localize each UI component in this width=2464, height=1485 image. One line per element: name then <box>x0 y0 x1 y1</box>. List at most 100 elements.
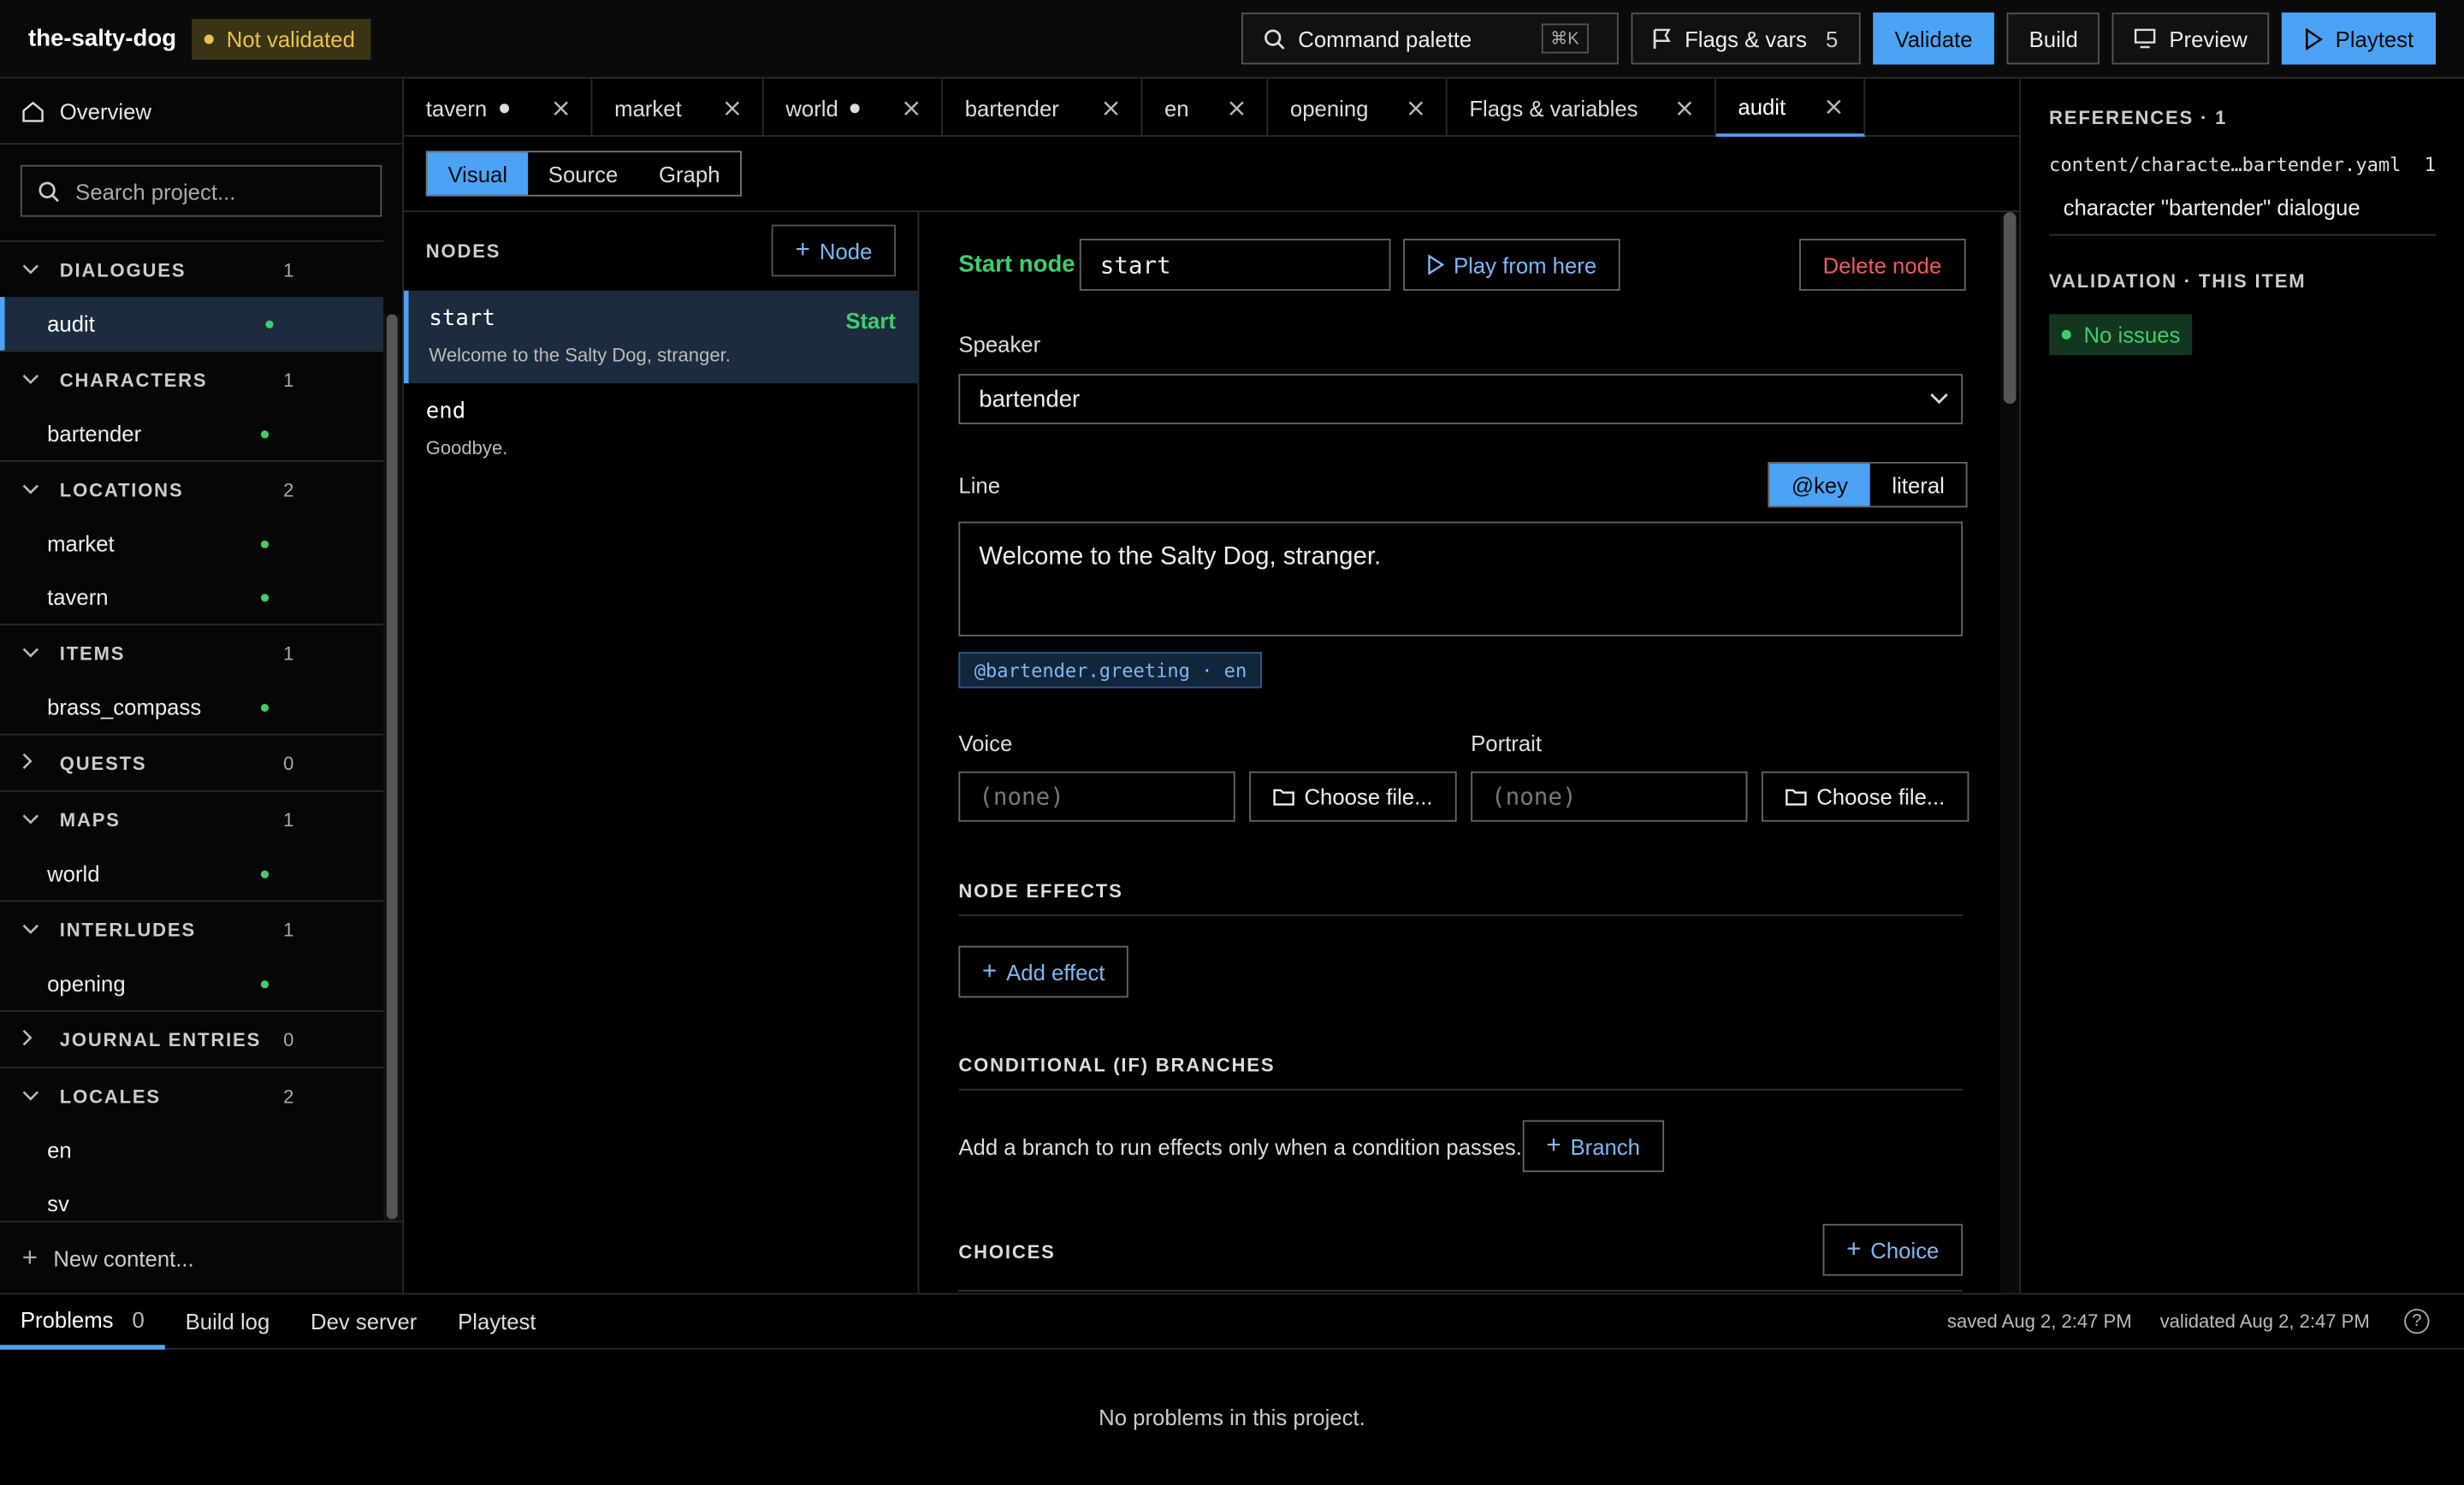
tab-bartender[interactable]: bartender <box>943 78 1143 137</box>
sidebar-item[interactable]: bartender <box>0 407 383 460</box>
start-badge: Start <box>845 307 896 334</box>
validated-timestamp: validated Aug 2, 2:47 PM <box>2159 1310 2370 1333</box>
close-icon[interactable] <box>554 95 569 120</box>
tab-problems[interactable]: Problems 0 <box>0 1294 165 1349</box>
voice-choose-file-button[interactable]: Choose file... <box>1249 771 1457 822</box>
delete-node-button[interactable]: Delete node <box>1799 239 1965 291</box>
sidebar-section[interactable]: QUESTS 0 <box>0 733 384 790</box>
plus-icon: + <box>1846 1235 1862 1263</box>
tab-label: market <box>614 95 682 121</box>
sidebar-section[interactable]: JOURNAL ENTRIES 0 <box>0 1009 384 1067</box>
preview-label: Preview <box>2169 26 2248 51</box>
tab-audit[interactable]: audit <box>1715 78 1866 137</box>
flags-vars-button[interactable]: Flags & vars 5 <box>1631 12 1861 65</box>
sidebar-item[interactable]: audit <box>0 297 384 351</box>
tab-playtest[interactable]: Playtest <box>437 1294 556 1349</box>
portrait-input[interactable]: (none) <box>1471 771 1748 822</box>
close-icon[interactable] <box>725 95 740 120</box>
close-icon[interactable] <box>1826 93 1841 118</box>
plus-icon: + <box>795 236 810 263</box>
conditional-branches-heading: CONDITIONAL (IF) BRANCHES <box>958 1054 1964 1091</box>
search-icon <box>38 180 59 202</box>
close-icon[interactable] <box>903 95 919 120</box>
literal-mode-button[interactable]: literal <box>1870 464 1967 506</box>
add-choice-button[interactable]: + Choice <box>1822 1223 1963 1276</box>
sidebar-item-label: market <box>47 530 115 557</box>
sidebar-overview[interactable]: Overview <box>0 79 403 145</box>
sidebar-section[interactable]: LOCATIONS 2 <box>0 460 384 517</box>
play-from-here-button[interactable]: Play from here <box>1403 239 1620 291</box>
close-icon[interactable] <box>1677 95 1692 120</box>
tab-world[interactable]: world <box>764 78 944 137</box>
sidebar-item[interactable]: tavern <box>0 571 383 624</box>
close-icon[interactable] <box>1229 95 1244 120</box>
add-node-button[interactable]: + Node <box>772 224 896 277</box>
tab-tavern[interactable]: tavern <box>404 78 593 137</box>
voice-input[interactable]: (none) <box>958 771 1235 822</box>
chevron-down-icon <box>22 1086 47 1105</box>
bottom-panel: Problems 0 Build log Dev server Playtest… <box>0 1293 2464 1485</box>
tab-en[interactable]: en <box>1142 78 1269 137</box>
shortcut-hint: ⌘K <box>1541 23 1589 54</box>
build-button[interactable]: Build <box>2006 12 2100 65</box>
node-item-end[interactable]: end Goodbye. <box>404 383 918 476</box>
sidebar-item[interactable]: brass_compass <box>0 680 383 733</box>
status-info: saved Aug 2, 2:47 PM validated Aug 2, 2:… <box>1947 1310 2370 1333</box>
chevron-down-icon <box>1930 393 1948 405</box>
new-content-button[interactable]: + New content... <box>0 1221 403 1293</box>
close-icon[interactable] <box>1408 95 1424 120</box>
section-label: LOCALES <box>59 1085 161 1107</box>
add-branch-label: Branch <box>1570 1133 1640 1159</box>
sidebar-section[interactable]: DIALOGUES 1 <box>0 240 384 297</box>
line-textarea[interactable]: Welcome to the Salty Dog, stranger. <box>958 521 1964 636</box>
preview-button[interactable]: Preview <box>2112 12 2270 65</box>
view-mode-visual[interactable]: Visual <box>427 152 528 195</box>
sidebar-section[interactable]: INTERLUDES 1 <box>0 900 384 956</box>
tab-market[interactable]: market <box>592 78 764 137</box>
inspector-panel: REFERENCES · 1 content/characte…bartende… <box>2019 78 2464 1293</box>
play-icon <box>1428 254 1444 275</box>
sidebar-section[interactable]: LOCALES 2 <box>0 1067 384 1123</box>
section-label: ITEMS <box>59 642 126 665</box>
validate-button[interactable]: Validate <box>1872 12 1995 65</box>
speaker-select[interactable]: bartender <box>958 374 1964 424</box>
view-mode-graph[interactable]: Graph <box>638 152 740 195</box>
sidebar-section[interactable]: MAPS 1 <box>0 790 384 847</box>
command-palette-button[interactable]: Command palette ⌘K <box>1241 12 1619 65</box>
tab-build-log[interactable]: Build log <box>165 1294 290 1349</box>
sidebar-section[interactable]: CHARACTERS 1 <box>0 350 384 407</box>
play-icon <box>2306 27 2323 50</box>
section-count: 0 <box>283 1028 296 1050</box>
view-mode-source[interactable]: Source <box>528 152 638 195</box>
tab-dev-server[interactable]: Dev server <box>290 1294 437 1349</box>
sidebar-item[interactable]: market <box>0 517 383 570</box>
unsaved-dot-icon <box>499 103 509 113</box>
editor-tabs: tavern market world bartender en opening Flags… <box>404 78 2020 137</box>
close-icon[interactable] <box>1103 95 1118 120</box>
sidebar-item[interactable]: opening <box>0 957 383 1010</box>
sidebar-section[interactable]: ITEMS 1 <box>0 624 384 680</box>
sidebar-item-label: opening <box>47 971 126 997</box>
section-count: 1 <box>283 642 296 665</box>
tab-label: Flags & variables <box>1469 95 1638 121</box>
add-effect-button[interactable]: + Add effect <box>958 945 1129 998</box>
empty-problems-message: No problems in this project. <box>1099 1405 1365 1430</box>
node-id: start <box>429 306 495 332</box>
node-item-start[interactable]: start Welcome to the Salty Dog, stranger… <box>404 290 918 384</box>
add-branch-button[interactable]: + Branch <box>1522 1120 1664 1173</box>
play-from-here-label: Play from here <box>1453 251 1597 278</box>
start-node-input[interactable]: start <box>1079 239 1391 291</box>
key-mode-button[interactable]: @key <box>1769 463 1870 506</box>
playtest-button[interactable]: Playtest <box>2282 12 2436 65</box>
editor-scrollbar[interactable] <box>2000 211 2020 1293</box>
sidebar-item[interactable]: en <box>0 1123 383 1176</box>
tab-flags-variables[interactable]: Flags & variables <box>1448 78 1716 137</box>
sidebar-scrollbar[interactable] <box>383 314 401 1222</box>
search-input[interactable]: Search project... <box>20 164 382 217</box>
tab-opening[interactable]: opening <box>1268 78 1448 137</box>
portrait-choose-file-button[interactable]: Choose file... <box>1761 771 1969 822</box>
help-icon[interactable]: ? <box>2404 1308 2430 1334</box>
sidebar-item[interactable]: world <box>0 847 383 900</box>
validation-status-badge: Not validated <box>192 18 371 59</box>
reference-item[interactable]: content/characte…bartender.yaml 1 <box>2049 154 2436 176</box>
